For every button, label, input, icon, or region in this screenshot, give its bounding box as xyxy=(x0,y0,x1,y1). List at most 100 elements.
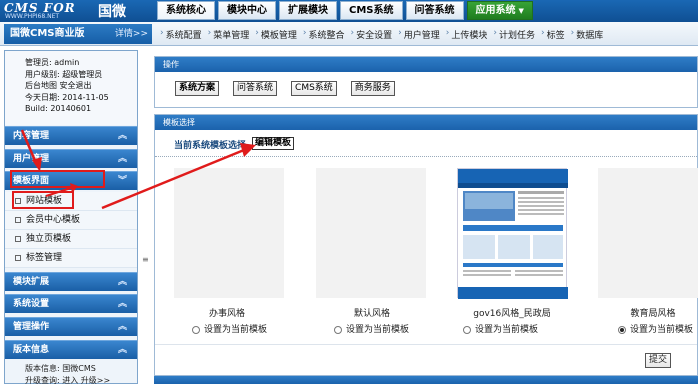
sub-menu-sep-icon: › xyxy=(445,28,450,38)
bullet-icon xyxy=(15,197,21,204)
tab-app-system[interactable]: 应用系统 ▼ xyxy=(466,1,533,20)
tab-qa-system[interactable]: 问答系统 xyxy=(405,1,464,20)
radio-label: 设置为当前模板 xyxy=(204,325,268,335)
sub-menu-sep-icon: › xyxy=(541,28,545,38)
user-date: 今天日期: 2014-11-05 xyxy=(25,92,109,102)
upgrade-line[interactable]: 升级查询: 进入 升级>> xyxy=(25,375,110,384)
radio-label: 设置为当前模板 xyxy=(475,325,539,335)
sidebar-section-label: 内容管理 xyxy=(13,131,50,141)
submenu-system-integration[interactable]: 系统整合 xyxy=(308,28,344,41)
sidebar-item-label: 会员中心模板 xyxy=(26,215,81,225)
footer-band xyxy=(154,376,698,384)
bullet-icon xyxy=(15,254,21,261)
user-build: Build: 20140601 xyxy=(25,104,92,113)
radio-icon[interactable] xyxy=(334,325,342,334)
sub-menu-sep-icon: › xyxy=(350,28,355,38)
sidebar-section-version[interactable]: 版本信息 ︽ xyxy=(5,340,137,359)
logo-domain: WWW.PHPI68.NET xyxy=(5,13,60,20)
gov-site-preview xyxy=(458,169,568,299)
product-name: 国微CMS商业版 xyxy=(10,28,85,39)
divider xyxy=(155,156,697,157)
radio-icon[interactable] xyxy=(192,325,200,334)
user-level: 用户级别: 超级管理员 xyxy=(25,69,103,79)
sidebar-section-content[interactable]: 内容管理 ︽ xyxy=(5,126,137,145)
sidebar-section-template[interactable]: 模板界面 ︾ xyxy=(5,171,137,190)
sidebar-item-member-template[interactable]: 会员中心模板 xyxy=(5,211,137,230)
sidebar-section-label: 系统设置 xyxy=(13,299,50,309)
top-header: CMS FOR WWW.PHPI68.NET 国微 系统核心 模块中心 扩展模块… xyxy=(0,0,698,22)
sub-menu-sep-icon: › xyxy=(207,28,212,38)
template-name: 办事风格 xyxy=(208,309,245,319)
collapse-up-icon: ︽ xyxy=(117,299,127,309)
set-current-radio[interactable]: 设置为当前模板 xyxy=(334,322,409,335)
sidebar-section-module-ext[interactable]: 模块扩展 ︽ xyxy=(5,272,137,291)
logo[interactable]: CMS FOR WWW.PHPI68.NET 国微 xyxy=(4,1,150,21)
radio-label: 设置为当前模板 xyxy=(630,325,694,335)
operations-header: 操作 xyxy=(155,57,697,72)
operations-panel: 操作 系统方案 问答系统 CMS系统 商务服务 xyxy=(154,56,698,108)
submenu-system-config[interactable]: 系统配置 xyxy=(166,28,202,41)
submenu-upload[interactable]: 上传模块 xyxy=(451,28,487,41)
submit-button[interactable]: 提交 xyxy=(645,353,672,368)
template-thumbnail-gov16[interactable] xyxy=(457,168,568,299)
user-actions[interactable]: 后台地图 安全退出 xyxy=(25,80,137,92)
tab-cms-system[interactable]: CMS系统 xyxy=(340,1,403,20)
expand-down-icon: ︾ xyxy=(117,176,127,186)
template-thumbnail[interactable] xyxy=(174,168,284,298)
sub-menu: › 系统配置 › 菜单管理 › 模板管理 › 系统整合 › 安全设置 › 用户管理 › 上传模… xyxy=(160,28,609,41)
edit-template-button[interactable]: 编辑模板 xyxy=(252,137,295,150)
template-name: 默认风格 xyxy=(353,309,390,319)
set-current-radio[interactable]: 设置为当前模板 xyxy=(192,322,267,335)
business-service-button[interactable]: 商务服务 xyxy=(350,81,395,96)
logo-cn: 国微 xyxy=(98,4,126,20)
radio-checked-icon[interactable] xyxy=(618,325,626,334)
splitter-grip-icon[interactable]: ≡ xyxy=(142,255,149,264)
template-name: gov16风格_民政局 xyxy=(473,309,551,319)
set-current-radio[interactable]: 设置为当前模板 xyxy=(618,322,693,335)
submenu-menu-manage[interactable]: 菜单管理 xyxy=(213,28,249,41)
submenu-tags[interactable]: 标签 xyxy=(547,28,565,41)
submenu-schedule[interactable]: 计划任务 xyxy=(499,28,535,41)
operations-buttons: 系统方案 问答系统 CMS系统 商务服务 xyxy=(175,81,409,96)
user-info: 管理员: admin 用户级别: 超级管理员 后台地图 安全退出 今天日期: 2… xyxy=(5,51,137,125)
template-thumbnail[interactable] xyxy=(316,168,426,298)
submenu-user-manage[interactable]: 用户管理 xyxy=(404,28,440,41)
qa-system-button[interactable]: 问答系统 xyxy=(233,81,278,96)
tab-module-center[interactable]: 模块中心 xyxy=(218,1,276,20)
cms-system-button[interactable]: CMS系统 xyxy=(291,81,337,96)
collapse-up-icon: ︽ xyxy=(117,322,127,332)
sidebar-section-label: 用户管理 xyxy=(13,154,50,164)
sub-menu-sep-icon: › xyxy=(302,28,307,38)
sidebar-item-label: 独立页模板 xyxy=(26,234,72,244)
sidebar-section-label: 模板界面 xyxy=(13,176,50,186)
tab-system-core[interactable]: 系统核心 xyxy=(157,1,215,20)
sub-menu-sep-icon: › xyxy=(570,28,575,38)
sidebar-item-label: 网站模板 xyxy=(26,196,63,206)
sidebar-section-manage-ops[interactable]: 管理操作 ︽ xyxy=(5,317,137,336)
sub-menu-sep-icon: › xyxy=(493,28,497,38)
tab-app-system-label: 应用系统 xyxy=(475,5,516,16)
sidebar-item-standalone-template[interactable]: 独立页模板 xyxy=(5,230,137,249)
submenu-template-manage[interactable]: 模板管理 xyxy=(261,28,297,41)
sidebar-section-users[interactable]: 用户管理 ︽ xyxy=(5,149,137,168)
sidebar-item-site-template[interactable]: 网站模板 xyxy=(5,192,137,211)
sidebar-section-label: 模块扩展 xyxy=(13,277,50,287)
tab-extend-module[interactable]: 扩展模块 xyxy=(279,1,337,20)
template-thumbnail[interactable] xyxy=(598,168,698,298)
set-current-radio[interactable]: 设置为当前模板 xyxy=(463,322,538,335)
sidebar-section-system-settings[interactable]: 系统设置 ︽ xyxy=(5,294,137,313)
user-admin: 管理员: admin xyxy=(25,58,80,67)
submenu-database[interactable]: 数据库 xyxy=(576,28,603,41)
bullet-icon xyxy=(15,235,21,242)
sub-menu-sep-icon: › xyxy=(160,28,164,38)
main-nav: 系统核心 模块中心 扩展模块 CMS系统 问答系统 应用系统 ▼ xyxy=(157,1,536,22)
version-line: 版本信息: 国微CMS xyxy=(25,364,96,373)
template-name: 教育局风格 xyxy=(630,309,676,319)
radio-icon[interactable] xyxy=(463,325,471,334)
scheme-button[interactable]: 系统方案 xyxy=(175,81,220,96)
sidebar-item-tag-manage[interactable]: 标签管理 xyxy=(5,249,137,268)
submenu-security[interactable]: 安全设置 xyxy=(356,28,392,41)
sub-menu-sep-icon: › xyxy=(255,28,259,38)
product-detail-link[interactable]: 详情>> xyxy=(115,24,148,44)
collapse-up-icon: ︽ xyxy=(117,154,127,164)
